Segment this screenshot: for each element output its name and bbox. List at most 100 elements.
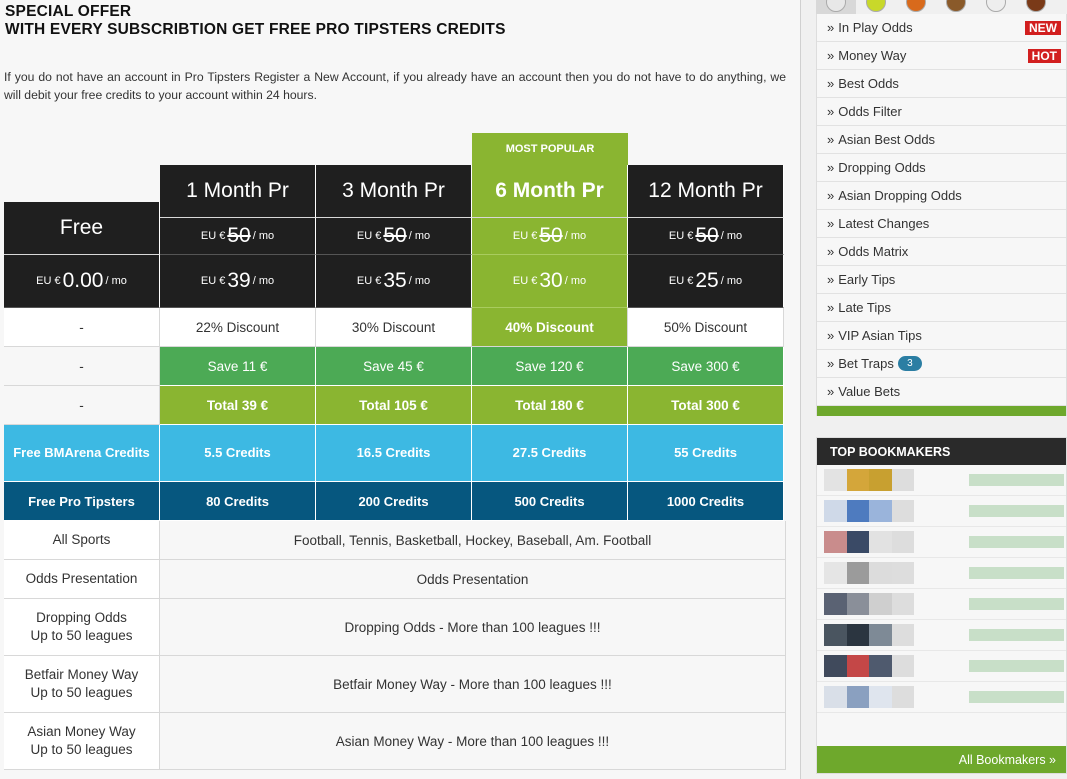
plan-name: 6 Month Pr xyxy=(495,179,604,202)
bookmaker-row[interactable] xyxy=(817,682,1066,713)
currency-prefix: EU € xyxy=(668,275,694,287)
bookmaker-row[interactable] xyxy=(817,465,1066,496)
save-text: - xyxy=(79,358,84,374)
sidebar-nav-item[interactable]: » VIP Asian Tips xyxy=(817,322,1066,350)
bookmaker-row[interactable] xyxy=(817,558,1066,589)
raquo-icon: » xyxy=(827,244,835,259)
bookmaker-logo xyxy=(824,655,914,677)
sidebar-nav-item[interactable]: » Late Tips xyxy=(817,294,1066,322)
bookmaker-row[interactable] xyxy=(817,496,1066,527)
sidebar-nav-item[interactable]: » Odds Filter xyxy=(817,98,1066,126)
per-month: / mo xyxy=(252,275,275,287)
discount-cell: 22% Discount xyxy=(160,308,316,347)
save-cell: Save 11 € xyxy=(160,347,316,386)
sport-tab-4[interactable] xyxy=(976,0,1016,14)
sport-tab-2[interactable] xyxy=(896,0,936,14)
bookmaker-logo xyxy=(824,500,914,522)
bmarena-credits-text: 55 Credits xyxy=(674,445,737,460)
bookmaker-bonus xyxy=(969,567,1064,579)
per-month: / mo xyxy=(720,230,743,242)
save-text: Save 11 € xyxy=(207,358,268,374)
pro-tipsters-credits-cell: 80 Credits xyxy=(160,482,316,521)
bookmaker-logo xyxy=(824,562,914,584)
sidebar-nav-item[interactable]: » Early Tips xyxy=(817,266,1066,294)
sidebar-nav-item[interactable]: » In Play Odds NEW xyxy=(817,14,1066,42)
sidebar-nav-item[interactable]: » Best Odds xyxy=(817,70,1066,98)
bmarena-credits-text: 16.5 Credits xyxy=(356,445,431,460)
old-price: 50 xyxy=(383,224,407,247)
save-text: Save 120 € xyxy=(515,358,584,374)
top-bookmakers-title: TOP BOOKMAKERS xyxy=(817,438,1066,465)
nav-item-label: Dropping Odds xyxy=(838,160,926,175)
plan-price-3: EU €30/ mo xyxy=(472,255,628,308)
per-month: / mo xyxy=(408,230,431,242)
feature-label: Dropping Odds xyxy=(36,610,127,625)
sidebar-nav-item[interactable]: » Odds Matrix xyxy=(817,238,1066,266)
sport-tab-3[interactable] xyxy=(936,0,976,14)
bookmaker-row[interactable] xyxy=(817,527,1066,558)
feature-label-cell: Dropping Odds Up to 50 leagues xyxy=(4,599,160,656)
bmarena-credits-cell: 16.5 Credits xyxy=(316,425,472,482)
plan-header-3: 6 Month Pr xyxy=(472,165,628,218)
feature-label-cell: Betfair Money Way Up to 50 leagues xyxy=(4,656,160,713)
per-month: / mo xyxy=(252,230,275,242)
plan-price-free: EU €0.00/ mo xyxy=(4,255,160,308)
feature-label-cell: Asian Money Way Up to 50 leagues xyxy=(4,713,160,770)
offer-title-line2: WITH EVERY SUBSCRIBTION GET FREE PRO TIP… xyxy=(5,21,506,38)
feature-value-cell: Betfair Money Way - More than 100 league… xyxy=(160,656,786,713)
currency-prefix: EU € xyxy=(668,230,694,242)
sport-tab-1[interactable] xyxy=(856,0,896,14)
pricing-table: MOST POPULAR Free EU €0.00/ mo - - - Free BMAr… xyxy=(4,133,786,779)
status-badge: HOT xyxy=(1027,49,1061,63)
sidebar-nav-item[interactable]: » Asian Dropping Odds xyxy=(817,182,1066,210)
discount-text: 22% Discount xyxy=(195,319,280,335)
raquo-icon: » xyxy=(827,160,835,175)
bmarena-credits-text: Free BMArena Credits xyxy=(13,445,150,460)
all-bookmakers-link[interactable]: All Bookmakers » xyxy=(817,746,1066,773)
per-month: / mo xyxy=(564,275,587,287)
sidebar-nav-item[interactable]: » Value Bets xyxy=(817,378,1066,406)
currency-prefix: EU € xyxy=(512,230,538,242)
sidebar-nav-item[interactable]: » Dropping Odds xyxy=(817,154,1066,182)
plan-name: 3 Month Pr xyxy=(342,179,445,202)
bookmaker-bonus xyxy=(969,691,1064,703)
pro-tipsters-credits-cell: 500 Credits xyxy=(472,482,628,521)
feature-value-cell: Football, Tennis, Basketball, Hockey, Ba… xyxy=(160,521,786,560)
total-cell: Total 180 € xyxy=(472,386,628,425)
discount-cell: 40% Discount xyxy=(472,308,628,347)
plan-header-4: 12 Month Pr xyxy=(628,165,784,218)
discount-text: 30% Discount xyxy=(351,319,436,335)
pro-tipsters-credits-text: 1000 Credits xyxy=(666,493,745,509)
save-cell: - xyxy=(4,347,160,386)
feature-value: Odds Presentation xyxy=(416,571,529,587)
total-text: Total 39 € xyxy=(206,397,269,413)
sidebar-nav-item[interactable]: » Bet Traps 3 xyxy=(817,350,1066,378)
american-football-icon xyxy=(1026,0,1046,12)
sport-tab-5[interactable] xyxy=(1016,0,1056,14)
bookmaker-row[interactable] xyxy=(817,589,1066,620)
sidebar-nav-item[interactable]: » Latest Changes xyxy=(817,210,1066,238)
nav-item-label: Asian Best Odds xyxy=(838,132,936,147)
bookmaker-bonus xyxy=(969,474,1064,486)
nav-item-label: Best Odds xyxy=(838,76,899,91)
bookmaker-row[interactable] xyxy=(817,651,1066,682)
bookmaker-row[interactable] xyxy=(817,620,1066,651)
plan-price-2: EU €35/ mo xyxy=(316,255,472,308)
feature-value: Football, Tennis, Basketball, Hockey, Ba… xyxy=(293,532,652,548)
current-price: 30 xyxy=(539,269,563,292)
status-badge: NEW xyxy=(1025,21,1061,35)
raquo-icon: » xyxy=(827,356,835,371)
bmarena-credits-text: 27.5 Credits xyxy=(512,445,587,460)
sidebar-nav-item[interactable]: » Money Way HOT xyxy=(817,42,1066,70)
feature-label-cell: All Sports xyxy=(4,521,160,560)
most-popular-label: MOST POPULAR xyxy=(505,143,595,155)
hockey-icon xyxy=(946,0,966,12)
total-text: - xyxy=(79,397,84,413)
feature-label-sub: Up to 50 leagues xyxy=(30,628,133,643)
old-price: 50 xyxy=(227,224,251,247)
total-cell: - xyxy=(4,386,160,425)
sport-tab-0[interactable] xyxy=(816,0,856,14)
feature-label: All Sports xyxy=(52,532,111,547)
plan-old-price-1: EU €50/ mo xyxy=(160,218,316,255)
sidebar-nav-item[interactable]: » Asian Best Odds xyxy=(817,126,1066,154)
